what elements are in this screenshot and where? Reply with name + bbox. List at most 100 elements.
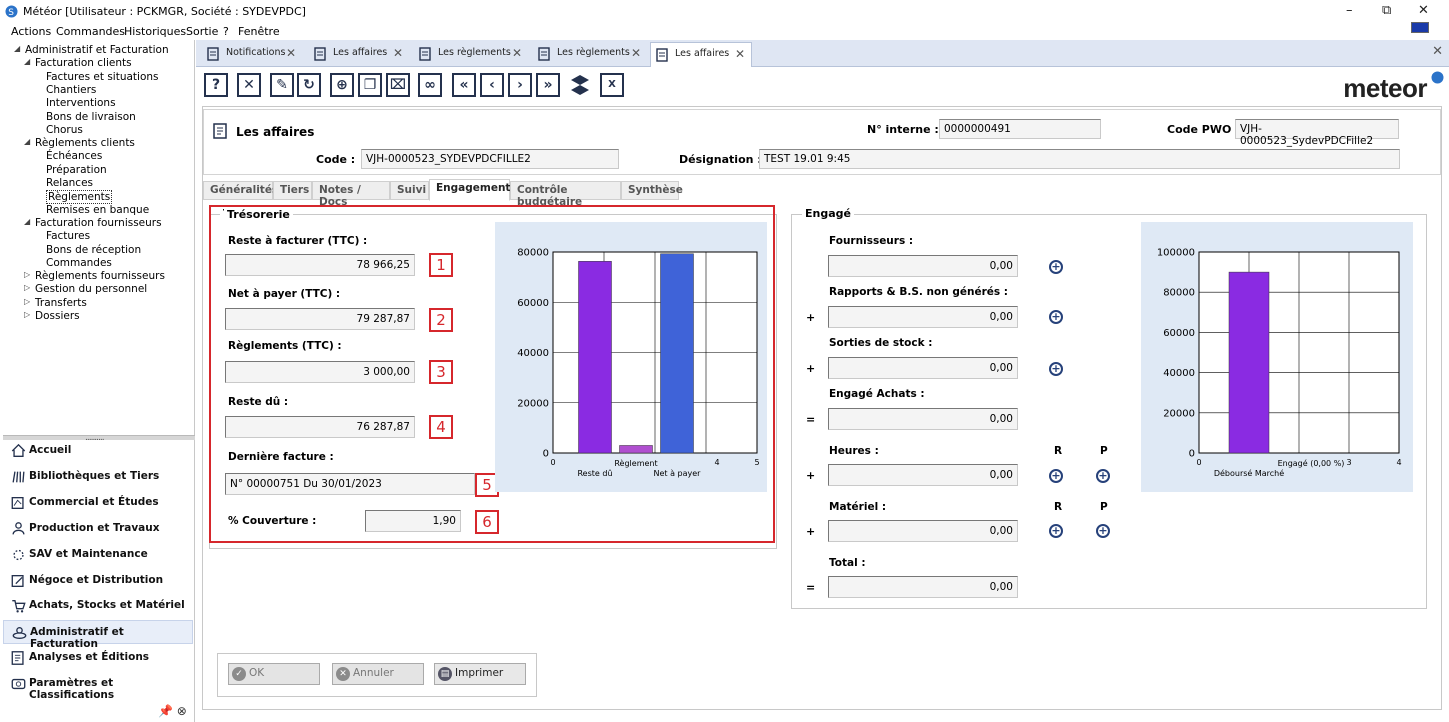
tree-item[interactable]: Relances bbox=[46, 177, 93, 189]
nav-item[interactable]: Achats, Stocks et Matériel bbox=[3, 594, 193, 618]
help-button[interactable]: ? bbox=[204, 73, 228, 97]
fournisseurs-field[interactable]: 0,00 bbox=[828, 255, 1018, 277]
rapports-add-icon[interactable]: + bbox=[1049, 310, 1063, 324]
menu-actions[interactable]: Actions bbox=[11, 25, 51, 38]
tree-item[interactable]: Factures et situations bbox=[46, 71, 159, 83]
materiel-p-add-icon[interactable]: + bbox=[1096, 524, 1110, 538]
collapse-arrow-icon[interactable]: ◢ bbox=[24, 57, 30, 66]
delete-button[interactable]: ✕ bbox=[237, 73, 261, 97]
expand-arrow-icon[interactable]: ▷ bbox=[24, 283, 30, 292]
nav-item[interactable]: Paramètres et Classifications bbox=[3, 672, 193, 701]
nav-item[interactable]: Production et Travaux bbox=[3, 517, 193, 541]
form-tab[interactable]: Synthèse bbox=[621, 181, 683, 200]
close-window-button[interactable]: ✕ bbox=[1418, 3, 1429, 18]
add-button[interactable]: ⊕ bbox=[330, 73, 354, 97]
expand-arrow-icon[interactable]: ▷ bbox=[24, 310, 30, 319]
tree-item[interactable]: Bons de réception bbox=[46, 244, 141, 256]
form-tab[interactable]: Suivi bbox=[390, 181, 429, 200]
document-tab[interactable]: Les affaires ✕ bbox=[309, 42, 409, 67]
fournisseurs-add-icon[interactable]: + bbox=[1049, 260, 1063, 274]
close-tab-icon[interactable]: ✕ bbox=[512, 46, 522, 60]
materiel-r-add-icon[interactable]: + bbox=[1049, 524, 1063, 538]
pwo-field[interactable]: VJH-0000523_SydevPDCFille2 bbox=[1235, 119, 1399, 147]
document-tab[interactable]: Les règlements ✕ bbox=[533, 42, 647, 67]
reglements-field[interactable]: 3 000,00 bbox=[225, 361, 415, 383]
close-tab-icon[interactable]: ✕ bbox=[393, 46, 403, 60]
ok-button[interactable]: ✓ OK bbox=[228, 663, 320, 685]
collapse-arrow-icon[interactable]: ◢ bbox=[24, 217, 30, 226]
heures-p-add-icon[interactable]: + bbox=[1096, 469, 1110, 483]
total-field[interactable]: 0,00 bbox=[828, 576, 1018, 598]
heures-r-add-icon[interactable]: + bbox=[1049, 469, 1063, 483]
tree-item[interactable]: ◢ Facturation fournisseurs bbox=[24, 217, 162, 229]
materiel-field[interactable]: 0,00 bbox=[828, 520, 1018, 542]
nav-item[interactable]: Bibliothèques et Tiers bbox=[3, 465, 193, 489]
couverture-field[interactable]: 1,90 bbox=[365, 510, 461, 532]
excel-export-button[interactable]: X bbox=[600, 73, 624, 97]
minimize-button[interactable]: – bbox=[1346, 3, 1353, 18]
tree-item[interactable]: Règlements bbox=[46, 190, 113, 205]
previous-record-button[interactable]: ‹ bbox=[480, 73, 504, 97]
nav-item[interactable]: Administratif et Facturation bbox=[3, 620, 193, 650]
nav-footer-icons[interactable]: 📌 ⊗ bbox=[158, 704, 187, 718]
tree-item[interactable]: Chorus bbox=[46, 124, 83, 136]
edit-button[interactable]: ✎ bbox=[270, 73, 294, 97]
document-tab[interactable]: Les règlements ✕ bbox=[414, 42, 528, 67]
sorties-add-icon[interactable]: + bbox=[1049, 362, 1063, 376]
menu-commandes[interactable]: Commandes bbox=[56, 25, 125, 38]
meteor-s-icon[interactable] bbox=[568, 73, 592, 97]
nav-item[interactable]: SAV et Maintenance bbox=[3, 543, 193, 567]
tree-item[interactable]: ▷ Dossiers bbox=[24, 310, 80, 322]
collapse-arrow-icon[interactable]: ◢ bbox=[14, 44, 20, 53]
nav-item[interactable]: Négoce et Distribution bbox=[3, 569, 193, 593]
search-button[interactable]: ∞ bbox=[418, 73, 442, 97]
close-tab-icon[interactable]: ✕ bbox=[631, 46, 641, 60]
document-tab[interactable]: Notifications ✕ bbox=[202, 42, 302, 67]
document-tab[interactable]: Les affaires ✕ bbox=[650, 42, 752, 67]
tree-item[interactable]: Commandes bbox=[46, 257, 112, 269]
sorties-field[interactable]: 0,00 bbox=[828, 357, 1018, 379]
close-tab-icon[interactable]: ✕ bbox=[286, 46, 296, 60]
next-record-button[interactable]: › bbox=[508, 73, 532, 97]
expand-arrow-icon[interactable]: ▷ bbox=[24, 297, 30, 306]
tree-item[interactable]: Chantiers bbox=[46, 84, 96, 96]
code-field[interactable]: VJH-0000523_SYDEVPDCFILLE2 bbox=[361, 149, 619, 169]
reste-du-field[interactable]: 76 287,87 bbox=[225, 416, 415, 438]
tree-item[interactable]: ◢ Facturation clients bbox=[24, 57, 132, 69]
form-tab[interactable]: Contrôle budgétaire bbox=[510, 181, 621, 208]
print-button[interactable]: ▤ Imprimer bbox=[434, 663, 526, 685]
refresh-button[interactable]: ↻ bbox=[297, 73, 321, 97]
tree-item[interactable]: Factures bbox=[46, 230, 90, 242]
tree-item[interactable]: ◢ Règlements clients bbox=[24, 137, 135, 149]
tree-item[interactable]: Remises en banque bbox=[46, 204, 149, 216]
form-tab[interactable]: Généralités bbox=[203, 181, 278, 200]
copy-button[interactable]: ❐ bbox=[358, 73, 382, 97]
reste-facturer-field[interactable]: 78 966,25 bbox=[225, 254, 415, 276]
tree-item[interactable]: Bons de livraison bbox=[46, 111, 136, 123]
nav-item[interactable]: Accueil bbox=[3, 439, 193, 463]
trash-button[interactable]: ⌧ bbox=[386, 73, 410, 97]
engage-achats-field[interactable]: 0,00 bbox=[828, 408, 1018, 430]
designation-field[interactable]: TEST 19.01 9:45 bbox=[759, 149, 1400, 169]
expand-arrow-icon[interactable]: ▷ bbox=[24, 270, 30, 279]
tree-item[interactable]: ▷ Règlements fournisseurs bbox=[24, 270, 165, 282]
tree-item[interactable]: Échéances bbox=[46, 150, 102, 162]
close-tab-icon[interactable]: ✕ bbox=[735, 47, 745, 61]
cancel-button[interactable]: ✕ Annuler bbox=[332, 663, 424, 685]
first-record-button[interactable]: « bbox=[452, 73, 476, 97]
maximize-button[interactable]: ⧉ bbox=[1382, 3, 1391, 18]
collapse-arrow-icon[interactable]: ◢ bbox=[24, 137, 30, 146]
derniere-facture-field[interactable]: N° 00000751 Du 30/01/2023 bbox=[225, 473, 475, 495]
form-tab[interactable]: Tiers bbox=[273, 181, 312, 200]
tree-item[interactable]: ▷ Transferts bbox=[24, 297, 87, 309]
last-record-button[interactable]: » bbox=[536, 73, 560, 97]
nav-item[interactable]: Commercial et Études bbox=[3, 491, 193, 515]
tree-item[interactable]: ◢ Administratif et Facturation bbox=[14, 44, 169, 56]
menu-fenetre[interactable]: Fenêtre bbox=[238, 25, 280, 38]
form-tab[interactable]: Engagement bbox=[429, 179, 510, 201]
tree-item[interactable]: Préparation bbox=[46, 164, 107, 176]
rapports-field[interactable]: 0,00 bbox=[828, 306, 1018, 328]
heures-field[interactable]: 0,00 bbox=[828, 464, 1018, 486]
menu-sortie[interactable]: Sortie bbox=[186, 25, 218, 38]
menu-help[interactable]: ? bbox=[223, 25, 229, 38]
